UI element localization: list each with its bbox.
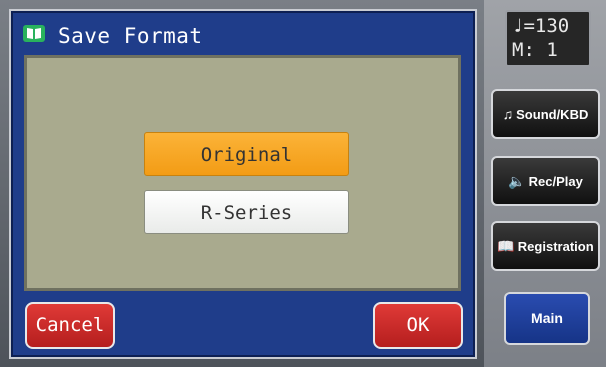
- rec-play-label: Rec/Play: [528, 173, 583, 189]
- main-button[interactable]: Main: [504, 292, 590, 345]
- speaker-icon: 🔈: [508, 172, 526, 189]
- sound-kbd-button[interactable]: ♫ Sound/KBD: [491, 89, 600, 139]
- measure-value: M: 1: [512, 39, 558, 61]
- tempo-value: ♩=130: [512, 15, 570, 37]
- ok-button[interactable]: OK: [373, 302, 463, 349]
- music-note-icon: ♫: [502, 106, 514, 122]
- cancel-button[interactable]: Cancel: [25, 302, 115, 349]
- save-format-dialog: Save Format Original R-Series Cancel OK: [9, 9, 477, 359]
- tempo-display: ♩=130 M: 1: [505, 10, 591, 67]
- book-icon: [23, 25, 45, 42]
- dialog-title: Save Format: [58, 24, 203, 48]
- option-r-series-button[interactable]: R-Series: [144, 190, 349, 234]
- registration-button[interactable]: 📖 Registration: [491, 221, 600, 271]
- book-outline-icon: 📖: [497, 237, 515, 254]
- rec-play-button[interactable]: 🔈 Rec/Play: [491, 156, 600, 206]
- format-options-panel: Original R-Series: [24, 55, 461, 291]
- dialog-title-bar: Save Format: [11, 11, 475, 49]
- registration-label: Registration: [517, 238, 594, 254]
- sound-kbd-label: Sound/KBD: [516, 106, 589, 122]
- option-original-button[interactable]: Original: [144, 132, 349, 176]
